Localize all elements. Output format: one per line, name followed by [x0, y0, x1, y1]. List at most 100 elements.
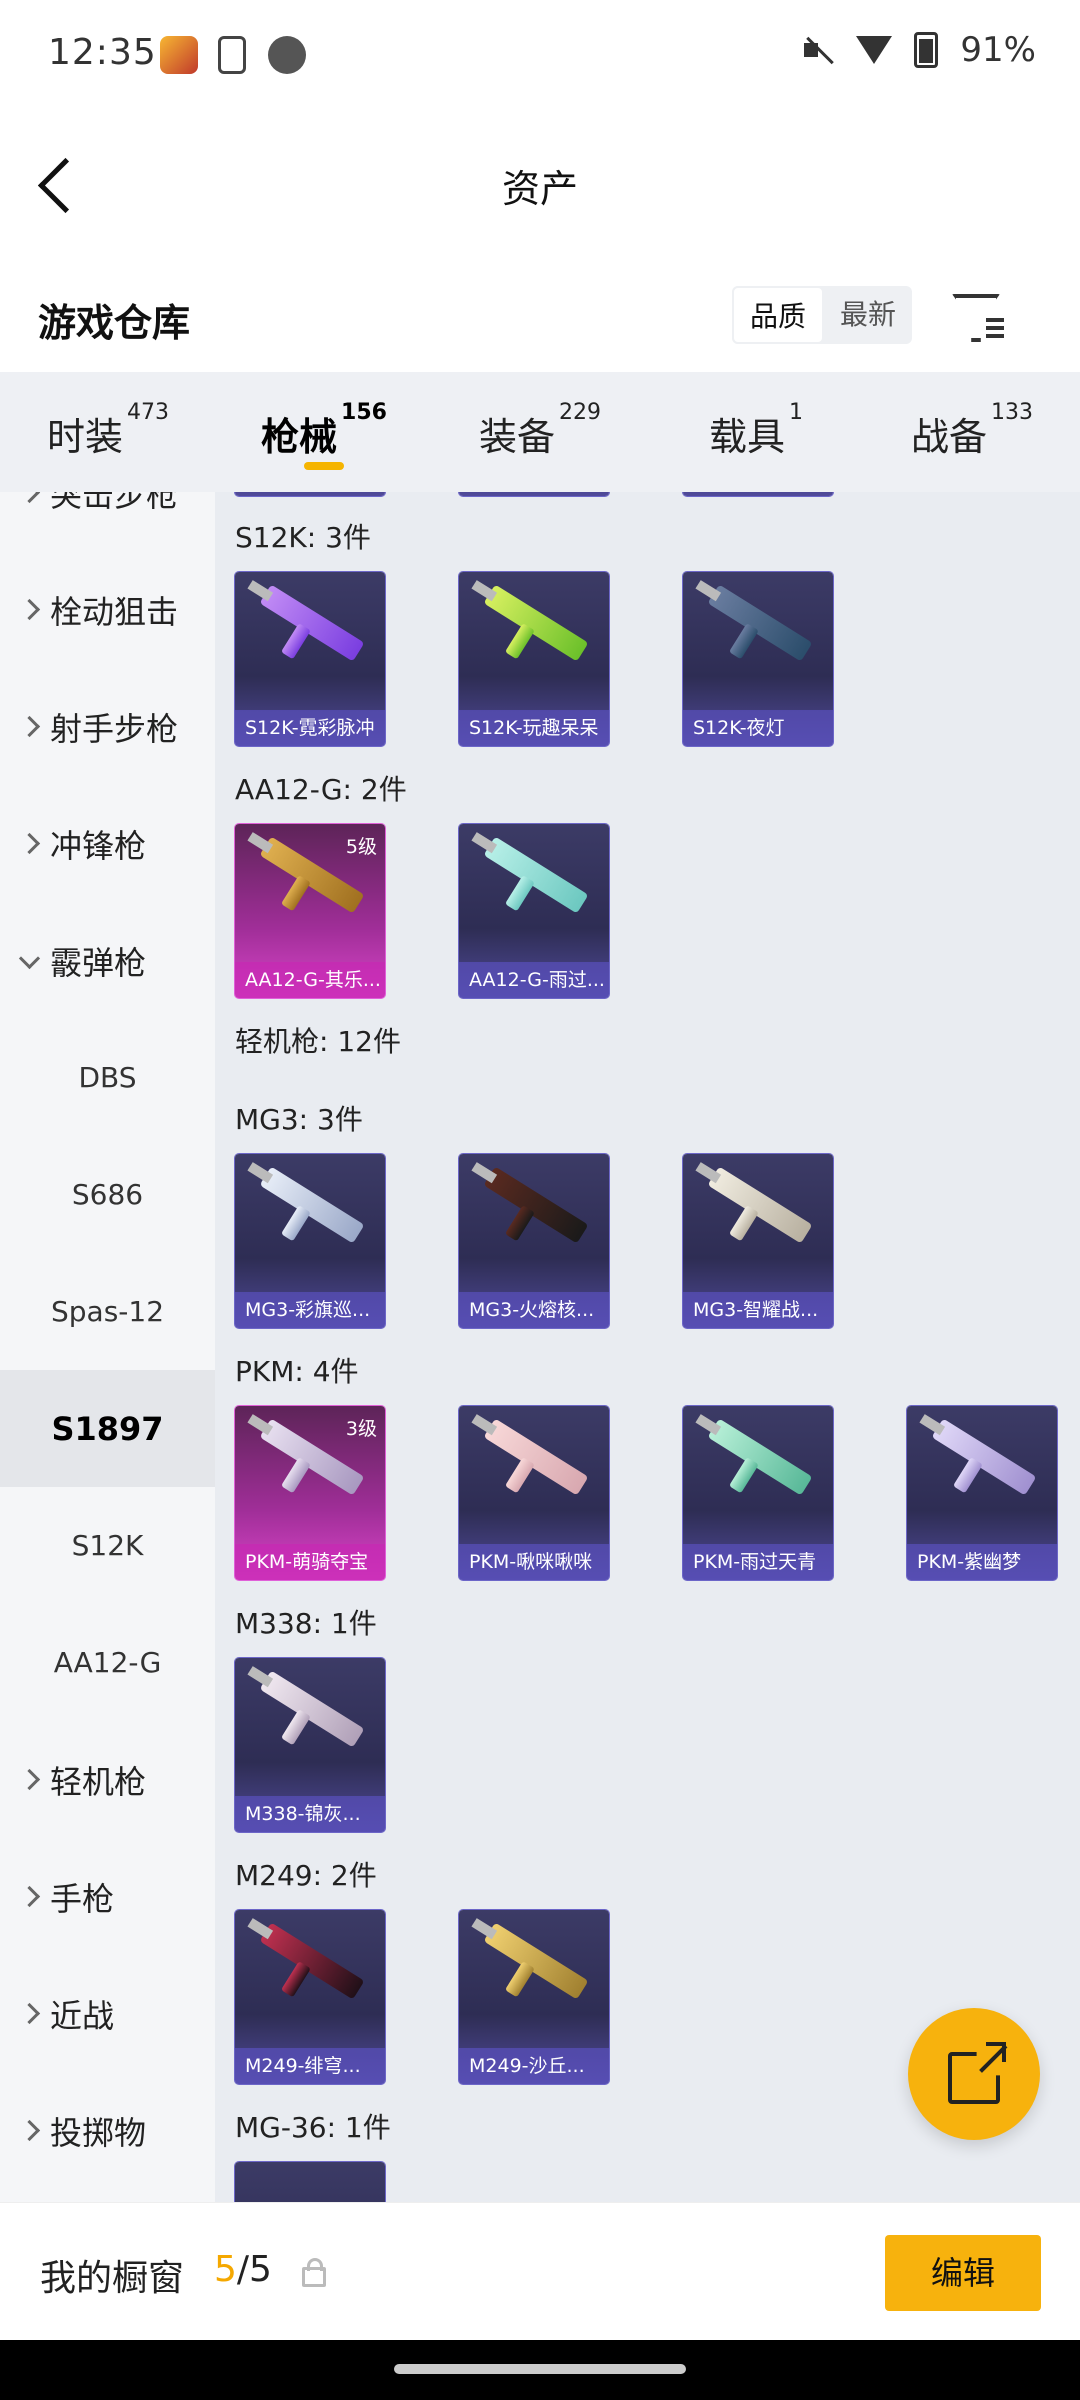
weapon-card[interactable]: M338-锦灰... [235, 1658, 385, 1832]
showcase-count-current: 5 [214, 2249, 237, 2290]
weapon-card[interactable]: PKM-啾咪啾咪 [459, 1406, 609, 1580]
weapon-card[interactable]: AA12-G-雨过... [459, 824, 609, 998]
group-title: PKM: 4件 [235, 1355, 359, 1388]
weapon-name: AA12-G-雨过... [459, 962, 609, 998]
weapon-card[interactable]: 3级 PKM-萌骑夺宝 [235, 1406, 385, 1580]
status-bar: 12:35 91% [0, 0, 1080, 112]
sidebar-item-s686[interactable]: S686 [0, 1136, 215, 1253]
group-title: M338: 1件 [235, 1607, 377, 1640]
sidebar-item-label: DBS [78, 1061, 137, 1094]
sidebar-item-label: 射手步枪 [50, 709, 179, 748]
level-badge: 3级 [345, 1418, 377, 1440]
weapon-category-sidebar: 突击步枪 栓动狙击 射手步枪 冲锋枪 霰弹枪 DBS S686 Spas-12 … [0, 492, 215, 2202]
chevron-right-icon [18, 715, 41, 738]
sidebar-item-bolt-sniper[interactable]: 栓动狙击 [0, 551, 215, 668]
battery-level: 91% [960, 30, 1036, 70]
share-button[interactable] [908, 2008, 1040, 2140]
weapon-name: MG3-彩旗巡... [235, 1292, 385, 1328]
sidebar-item-label: 近战 [50, 1996, 115, 2035]
edit-button[interactable]: 编辑 [885, 2235, 1041, 2311]
tab-count: 156 [341, 400, 387, 425]
sidebar-item-label: 轻机枪 [50, 1762, 147, 1801]
weapon-name: PKM-紫幽梦 [907, 1544, 1057, 1580]
weapon-card[interactable] [683, 492, 833, 496]
weapon-card[interactable]: S12K-夜灯 [683, 572, 833, 746]
tab-label: 战备 [910, 415, 987, 459]
weapon-card[interactable] [235, 492, 385, 496]
sidebar-item-marksman[interactable]: 射手步枪 [0, 668, 215, 785]
sidebar-item-spas12[interactable]: Spas-12 [0, 1253, 215, 1370]
weapon-card[interactable]: PKM-紫幽梦 [907, 1406, 1057, 1580]
weapon-name: S12K-霓彩脉冲 [235, 710, 385, 746]
showcase-label: 我的橱窗 [40, 2258, 185, 2299]
sidebar-item-pistol[interactable]: 手枪 [0, 1838, 215, 1955]
section-head: 游戏仓库 品质 最新 [0, 262, 1080, 372]
tab-label: 载具 [708, 415, 785, 459]
weapon-card[interactable]: S12K-玩趣呆呆 [459, 572, 609, 746]
tab-equipment[interactable]: 装备229 [432, 372, 648, 492]
sort-newest-button[interactable]: 最新 [824, 286, 912, 344]
chevron-down-icon [18, 947, 41, 969]
chevron-right-icon [18, 832, 41, 855]
sidebar-item-s1897[interactable]: S1897 [0, 1370, 215, 1487]
sidebar-item-label: S686 [71, 1178, 144, 1211]
weapon-card[interactable]: MG3-火熔核... [459, 1154, 609, 1328]
weapon-card[interactable]: 5级 AA12-G-其乐... [235, 824, 385, 998]
calendar-icon [268, 36, 306, 74]
weapon-card[interactable]: MG3-智耀战... [683, 1154, 833, 1328]
weapon-card[interactable] [235, 2162, 385, 2202]
sidebar-item-label: 突击步枪 [50, 492, 179, 514]
tab-count: 1 [789, 400, 803, 425]
sort-toggle: 品质 最新 [732, 286, 913, 344]
weapon-card[interactable]: PKM-雨过天青 [683, 1406, 833, 1580]
mute-icon [804, 35, 834, 65]
wifi-icon [856, 36, 893, 64]
tab-guns[interactable]: 枪械156 [216, 372, 432, 492]
level-badge: 5级 [345, 836, 377, 858]
sidebar-item-s12k[interactable]: S12K [0, 1487, 215, 1604]
sort-quality-button[interactable]: 品质 [732, 286, 825, 344]
chevron-right-icon [18, 2119, 41, 2142]
chevron-right-icon [18, 1885, 41, 1908]
sidebar-item-lmg[interactable]: 轻机枪 [0, 1721, 215, 1838]
group-title: 轻机枪: 12件 [235, 1025, 401, 1058]
home-gesture-pill[interactable] [394, 2364, 686, 2374]
weapon-card[interactable]: S12K-霓彩脉冲 [235, 572, 385, 746]
weapon-card[interactable] [459, 492, 609, 496]
tab-count: 133 [991, 400, 1033, 425]
filter-icon[interactable] [950, 288, 1006, 344]
status-time: 12:35 [48, 32, 157, 73]
group-title: AA12-G: 2件 [235, 773, 407, 806]
sidebar-item-label: Spas-12 [50, 1295, 165, 1328]
tab-supplies[interactable]: 战备133 [864, 372, 1080, 492]
weapon-grid: S12K: 3件 S12K-霓彩脉冲 S12K-玩趣呆呆 S12K-夜灯 AA1… [215, 492, 1080, 2202]
battery-icon [914, 32, 939, 68]
weapon-name: M338-锦灰... [235, 1796, 385, 1832]
chevron-right-icon [18, 2002, 41, 2025]
sidebar-item-label: 霰弹枪 [50, 943, 147, 982]
weapon-name: PKM-萌骑夺宝 [235, 1544, 385, 1580]
chevron-right-icon [18, 492, 41, 504]
tab-label: 枪械 [261, 415, 338, 459]
weapon-card[interactable]: M249-绯穹... [235, 1910, 385, 2084]
tab-vehicles[interactable]: 载具1 [648, 372, 864, 492]
sidebar-item-smg[interactable]: 冲锋枪 [0, 785, 215, 902]
tab-fashion[interactable]: 时装473 [0, 372, 216, 492]
group-title: MG-36: 1件 [235, 2111, 391, 2144]
sidebar-item-throwable[interactable]: 投掷物 [0, 2072, 215, 2189]
sidebar-item-label: S12K [71, 1529, 144, 1562]
sidebar-item-shotgun[interactable]: 霰弹枪 [0, 902, 215, 1019]
weapon-name: M249-绯穹... [235, 2048, 385, 2084]
group-title: M249: 2件 [235, 1859, 377, 1892]
group-title: MG3: 3件 [235, 1103, 363, 1136]
system-nav-bar [0, 2340, 1080, 2400]
weapon-card[interactable]: MG3-彩旗巡... [235, 1154, 385, 1328]
showcase-count-total: /5 [236, 2249, 272, 2290]
sidebar-item-assault-rifle[interactable]: 突击步枪 [0, 492, 215, 551]
sidebar-item-dbs[interactable]: DBS [0, 1019, 215, 1136]
category-tabs: 时装473 枪械156 装备229 载具1 战备133 [0, 372, 1080, 492]
weapon-name: MG3-火熔核... [459, 1292, 609, 1328]
weapon-card[interactable]: M249-沙丘... [459, 1910, 609, 2084]
sidebar-item-aa12g[interactable]: AA12-G [0, 1604, 215, 1721]
sidebar-item-melee[interactable]: 近战 [0, 1955, 215, 2072]
